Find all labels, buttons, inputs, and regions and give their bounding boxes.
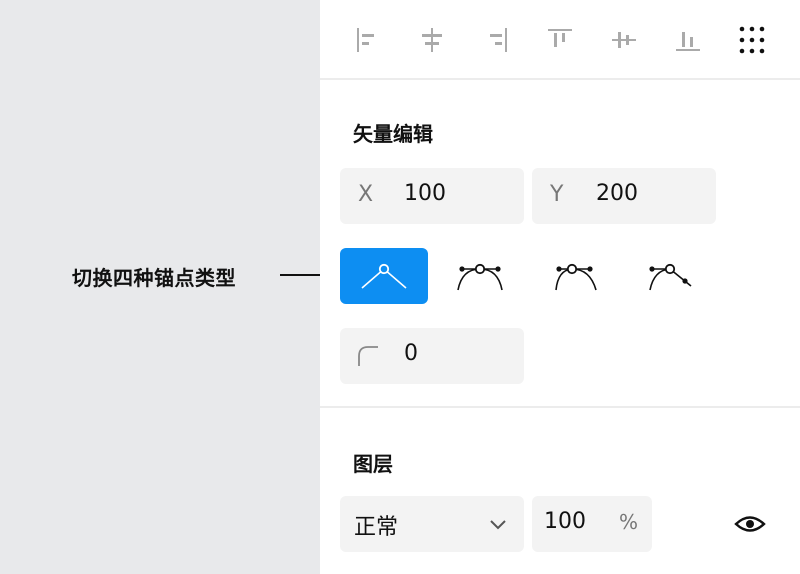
anchor-type-mirrored-button[interactable] bbox=[436, 248, 524, 304]
anchor-asymmetric-icon bbox=[555, 263, 597, 291]
y-label: Y bbox=[550, 182, 564, 207]
opacity-field[interactable]: 100 % bbox=[532, 496, 652, 552]
alignment-toolbar bbox=[320, 0, 800, 80]
anchor-type-corner-button[interactable] bbox=[340, 248, 428, 304]
y-field[interactable]: Y 200 bbox=[532, 168, 716, 224]
y-value[interactable]: 200 bbox=[596, 181, 638, 206]
section-divider bbox=[320, 406, 800, 408]
align-right-icon[interactable] bbox=[480, 24, 512, 56]
layer-title: 图层 bbox=[353, 452, 393, 476]
x-label: X bbox=[358, 182, 374, 207]
vector-edit-title: 矢量编辑 bbox=[353, 122, 433, 146]
x-field[interactable]: X 100 bbox=[340, 168, 524, 224]
blend-mode-select[interactable]: 正常 bbox=[340, 496, 524, 552]
more-grid-icon[interactable] bbox=[736, 24, 768, 56]
align-left-icon[interactable] bbox=[352, 24, 384, 56]
corner-radius-icon bbox=[358, 346, 378, 366]
align-center-horizontal-icon[interactable] bbox=[416, 24, 448, 56]
corner-radius-value[interactable]: 0 bbox=[404, 341, 418, 366]
corner-radius-field[interactable]: 0 bbox=[340, 328, 524, 384]
anchor-disconnected-icon bbox=[649, 263, 692, 291]
eye-icon[interactable] bbox=[732, 508, 768, 540]
anchor-type-disconnected-button[interactable] bbox=[628, 248, 716, 304]
align-center-vertical-icon[interactable] bbox=[608, 24, 640, 56]
opacity-unit: % bbox=[618, 510, 638, 534]
anchor-corner-icon bbox=[361, 263, 407, 289]
opacity-value[interactable]: 100 bbox=[544, 509, 586, 534]
align-bottom-icon[interactable] bbox=[672, 24, 704, 56]
anchor-mirrored-icon bbox=[457, 263, 503, 291]
annotation-label: 切换四种锚点类型 bbox=[72, 266, 236, 290]
x-value[interactable]: 100 bbox=[404, 181, 446, 206]
chevron-down-icon bbox=[490, 520, 506, 530]
anchor-type-asymmetric-button[interactable] bbox=[532, 248, 620, 304]
annotation-area: 切换四种锚点类型 bbox=[0, 0, 340, 574]
properties-panel: 矢量编辑 X 100 Y 200 0 图层 正常 100 % bbox=[320, 0, 800, 574]
align-top-icon[interactable] bbox=[544, 24, 576, 56]
blend-mode-value: 正常 bbox=[354, 515, 399, 540]
